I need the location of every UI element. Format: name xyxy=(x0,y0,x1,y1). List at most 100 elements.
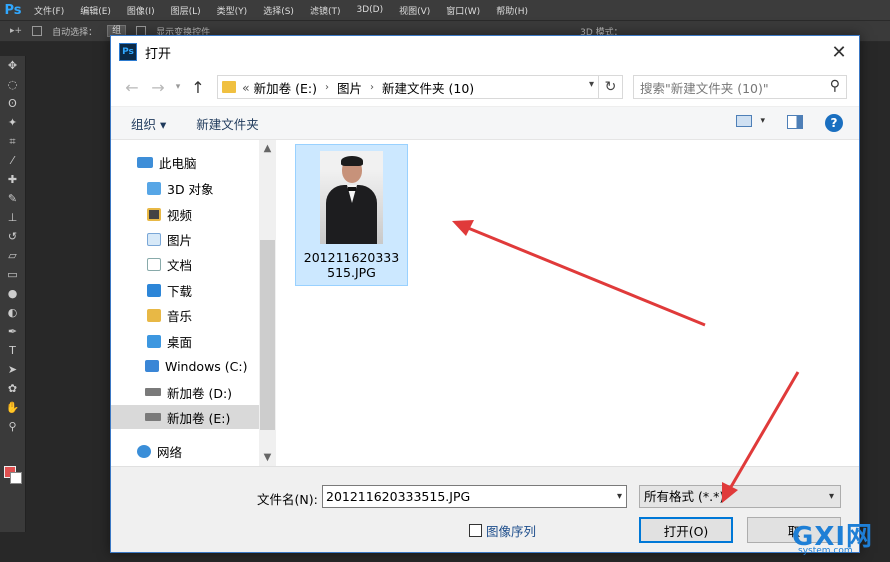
history-brush-icon[interactable]: ↺ xyxy=(0,227,25,246)
view-options-button[interactable]: ▾ xyxy=(736,115,765,127)
search-icon[interactable]: ⚲ xyxy=(830,78,840,94)
menu-select[interactable]: 选择(S) xyxy=(255,4,302,17)
marquee-tool-icon[interactable]: ◌ xyxy=(0,75,25,94)
close-button[interactable]: ✕ xyxy=(819,36,859,68)
nav-item-documents[interactable]: 文档 xyxy=(147,252,192,276)
menu-file[interactable]: 文件(F) xyxy=(26,4,72,17)
menu-edit[interactable]: 编辑(E) xyxy=(72,4,119,17)
dialog-titlebar[interactable]: Ps 打开 ✕ xyxy=(111,36,859,68)
lasso-tool-icon[interactable]: ʘ xyxy=(0,94,25,113)
menu-layer[interactable]: 图层(L) xyxy=(163,4,209,17)
type-tool-icon[interactable]: T xyxy=(0,341,25,360)
address-overflow[interactable]: « xyxy=(242,80,250,95)
recent-locations-chevron-icon[interactable]: ▾ xyxy=(171,74,185,100)
nav-item-music[interactable]: 音乐 xyxy=(147,303,192,327)
windows-drive-icon xyxy=(145,360,159,372)
filename-input[interactable]: 201211620333515.JPG ▾ xyxy=(322,485,627,508)
hand-tool-icon[interactable]: ✋ xyxy=(0,398,25,417)
chevron-down-icon[interactable]: ▾ xyxy=(829,486,834,507)
nav-item-label: 下载 xyxy=(167,283,193,299)
dodge-tool-icon[interactable]: ◐ xyxy=(0,303,25,322)
zoom-tool-icon[interactable]: ⚲ xyxy=(0,417,25,436)
image-sequence-label[interactable]: 图像序列 xyxy=(486,521,536,540)
menu-filter[interactable]: 滤镜(T) xyxy=(302,4,349,17)
preview-pane-icon[interactable] xyxy=(787,115,803,129)
nav-item-drive-d[interactable]: 新加卷 (D:) xyxy=(145,380,232,404)
nav-item-desktop[interactable]: 桌面 xyxy=(147,329,192,353)
search-placeholder: 搜索"新建文件夹 (10)" xyxy=(640,80,769,96)
breadcrumb-folder[interactable]: 新建文件夹 (10) xyxy=(382,78,474,97)
documents-icon xyxy=(147,257,161,271)
shape-tool-icon[interactable]: ✿ xyxy=(0,379,25,398)
thumbnail-hair xyxy=(341,156,363,166)
new-folder-button[interactable]: 新建文件夹 xyxy=(196,114,259,133)
menu-window[interactable]: 窗口(W) xyxy=(438,4,488,17)
path-select-icon[interactable]: ➤ xyxy=(0,360,25,379)
nav-item-label: 此电脑 xyxy=(159,155,197,171)
image-sequence-checkbox[interactable] xyxy=(469,524,482,537)
organize-button[interactable]: 组织 ▾ xyxy=(131,114,166,133)
breadcrumb-drive[interactable]: 新加卷 (E:) xyxy=(254,78,317,97)
auto-select-label: 自动选择： xyxy=(52,27,98,38)
back-arrow-icon[interactable]: ← xyxy=(119,74,145,100)
scroll-down-icon[interactable]: ▼ xyxy=(259,449,276,466)
photo-thumbnail xyxy=(320,151,383,244)
address-bar[interactable]: « 新加卷 (E:) › 图片 › 新建文件夹 (10) ▾ xyxy=(217,75,599,99)
address-row: ← → ▾ ↑ « 新加卷 (E:) › 图片 › 新建文件夹 (10) ▾ ↻… xyxy=(111,68,859,106)
help-icon[interactable]: ? xyxy=(825,114,843,132)
move-tool-icon[interactable]: ▸+ xyxy=(10,26,22,36)
navigation-scrollbar[interactable]: ▲ ▼ xyxy=(259,140,276,466)
nav-item-network[interactable]: 网络 xyxy=(137,439,182,463)
gradient-tool-icon[interactable]: ▭ xyxy=(0,265,25,284)
scroll-up-icon[interactable]: ▲ xyxy=(259,140,276,157)
background-color-swatch[interactable] xyxy=(10,472,22,484)
file-item[interactable]: 201211620333515.JPG xyxy=(295,144,408,286)
photoshop-app-icon: Ps xyxy=(119,43,137,61)
search-input[interactable]: 搜索"新建文件夹 (10)" ⚲ xyxy=(633,75,847,99)
forward-arrow-icon[interactable]: → xyxy=(145,74,171,100)
breadcrumb-separator-icon[interactable]: › xyxy=(325,82,329,93)
stamp-tool-icon[interactable]: ⊥ xyxy=(0,208,25,227)
auto-select-checkbox[interactable] xyxy=(32,26,43,36)
command-toolbar: 组织 ▾ 新建文件夹 ▾ ? xyxy=(111,106,859,140)
nav-item-label: 音乐 xyxy=(167,308,193,324)
chevron-down-icon: ▾ xyxy=(760,116,765,126)
downloads-icon xyxy=(147,283,161,297)
folder-icon xyxy=(222,81,236,93)
desktop-icon xyxy=(147,334,161,348)
up-arrow-icon[interactable]: ↑ xyxy=(185,74,211,100)
nav-item-label: Windows (C:) xyxy=(165,358,248,374)
menu-image[interactable]: 图像(I) xyxy=(119,4,163,17)
magic-wand-icon[interactable]: ✦ xyxy=(0,113,25,132)
nav-item-downloads[interactable]: 下载 xyxy=(147,278,192,302)
nav-item-drive-e[interactable]: 新加卷 (E:) xyxy=(111,405,259,429)
menu-3d[interactable]: 3D(D) xyxy=(348,5,391,15)
nav-item-videos[interactable]: 视频 xyxy=(147,202,192,226)
healing-brush-icon[interactable]: ✚ xyxy=(0,170,25,189)
nav-item-drive-c[interactable]: Windows (C:) xyxy=(145,354,247,378)
move-tool-icon[interactable]: ✥ xyxy=(0,56,25,75)
breadcrumb-separator-icon[interactable]: › xyxy=(370,82,374,93)
nav-item-3d-objects[interactable]: 3D 对象 xyxy=(147,176,214,200)
breadcrumb-pictures[interactable]: 图片 xyxy=(337,78,362,97)
pen-tool-icon[interactable]: ✒ xyxy=(0,322,25,341)
menu-help[interactable]: 帮助(H) xyxy=(488,4,536,17)
eraser-tool-icon[interactable]: ▱ xyxy=(0,246,25,265)
menu-view[interactable]: 视图(V) xyxy=(391,4,438,17)
address-dropdown-icon[interactable]: ▾ xyxy=(589,79,594,90)
refresh-icon[interactable]: ↻ xyxy=(599,75,623,99)
nav-item-pictures[interactable]: 图片 xyxy=(147,227,192,251)
filename-value: 201211620333515.JPG xyxy=(326,489,471,504)
crop-tool-icon[interactable]: ⌗ xyxy=(0,132,25,151)
scrollbar-thumb[interactable] xyxy=(260,240,275,430)
menu-type[interactable]: 类型(Y) xyxy=(209,4,256,17)
open-button[interactable]: 打开(O) xyxy=(639,517,733,543)
eyedropper-icon[interactable]: ⁄ xyxy=(0,151,25,170)
blur-tool-icon[interactable]: ● xyxy=(0,284,25,303)
photoshop-toolbox: ✥ ◌ ʘ ✦ ⌗ ⁄ ✚ ✎ ⊥ ↺ ▱ ▭ ● ◐ ✒ T ➤ ✿ ✋ ⚲ xyxy=(0,56,26,532)
chevron-down-icon[interactable]: ▾ xyxy=(617,486,622,507)
file-type-select[interactable]: 所有格式 (*.*) ▾ xyxy=(639,485,841,508)
nav-item-this-pc[interactable]: 此电脑 xyxy=(137,150,197,174)
network-icon xyxy=(137,444,151,458)
brush-tool-icon[interactable]: ✎ xyxy=(0,189,25,208)
